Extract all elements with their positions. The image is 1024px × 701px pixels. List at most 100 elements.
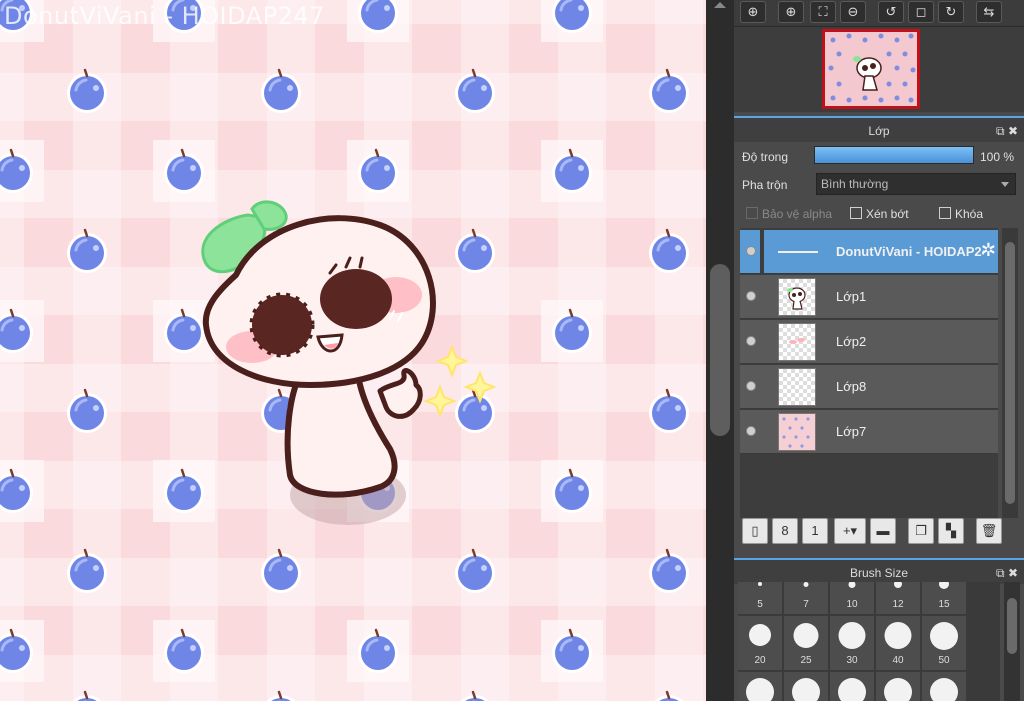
brush-size-label: 30 xyxy=(846,655,858,666)
layer-row[interactable]: Lớp7 xyxy=(740,410,998,454)
opacity-slider[interactable] xyxy=(814,146,974,164)
duplicate-layer-icon[interactable]: ❐ xyxy=(908,518,934,544)
delete-layer-icon[interactable]: 🗑 xyxy=(976,518,1002,544)
lock-checkbox[interactable]: Khóa xyxy=(939,207,983,221)
folder-icon[interactable]: ▬ xyxy=(870,518,896,544)
fit-window-icon[interactable]: ⛶ xyxy=(810,1,836,23)
visibility-eye-icon[interactable] xyxy=(746,246,756,256)
plum-icon xyxy=(258,690,304,701)
brush-size-cell[interactable] xyxy=(876,672,920,701)
brush-size-cell[interactable]: 5 xyxy=(738,582,782,614)
new-layer-1bit-icon[interactable]: 1 xyxy=(802,518,828,544)
plum-icon xyxy=(452,690,498,701)
flip-icon[interactable]: ⇆ xyxy=(976,1,1002,23)
opacity-value: 100 % xyxy=(980,150,1015,164)
undock-icon[interactable]: ⧉ xyxy=(996,124,1005,138)
brush-size-cell[interactable]: 40 xyxy=(876,616,920,670)
brush-size-cell[interactable]: 20 xyxy=(738,616,782,670)
checkbox-icon[interactable] xyxy=(850,207,862,219)
plum-icon xyxy=(64,228,110,274)
layer-row[interactable]: DonutViVani - HOIDAP247 ✲ xyxy=(740,230,998,274)
checkbox-icon xyxy=(746,207,758,219)
lock-label: Khóa xyxy=(955,207,984,221)
plum-icon xyxy=(646,548,692,594)
plum-icon xyxy=(452,548,498,594)
brush-size-label: 25 xyxy=(800,655,812,666)
brush-size-cell[interactable]: 7 xyxy=(784,582,828,614)
canvas-vertical-scrollbar[interactable] xyxy=(706,0,734,701)
layer-panel-title: Lớp xyxy=(868,124,890,138)
brush-size-cell[interactable] xyxy=(922,672,966,701)
zoom-actual-icon[interactable]: ⊕ xyxy=(740,1,766,23)
plum-icon xyxy=(355,628,401,674)
layer-thumbnail xyxy=(778,368,816,406)
scroll-up-arrow-icon[interactable] xyxy=(714,2,726,8)
fullscreen-icon[interactable]: ◻ xyxy=(908,1,934,23)
brush-size-scrollbar[interactable] xyxy=(1004,582,1020,701)
drawing-canvas[interactable]: DonutViVani - HOIDAP247 xyxy=(0,0,706,701)
blend-mode-select[interactable]: Bình thường xyxy=(816,173,1016,195)
navigator-preview[interactable] xyxy=(734,27,1024,112)
brush-size-panel-header: Brush Size ⧉ ✖ xyxy=(734,558,1024,584)
chevron-down-icon xyxy=(1001,182,1009,187)
navigator-toolbar: ⊕ ⊕ ⛶ ⊖ ↺ ◻ ↻ ⇆ xyxy=(734,0,1024,27)
brush-size-cell[interactable] xyxy=(784,672,828,701)
plum-icon xyxy=(355,148,401,194)
layer-list-scrollbar[interactable] xyxy=(1002,228,1018,518)
layer-thumbnail-image xyxy=(789,338,805,344)
right-side-panel: ⊕ ⊕ ⛶ ⊖ ↺ ◻ ↻ ⇆ Lớp ⧉ ✖ Độ trong 100 % P… xyxy=(734,0,1024,701)
rotate-right-icon[interactable]: ↻ xyxy=(938,1,964,23)
brush-size-label: 15 xyxy=(938,599,950,610)
visibility-eye-icon[interactable] xyxy=(746,381,756,391)
visibility-eye-icon[interactable] xyxy=(746,336,756,346)
layer-color-strip xyxy=(760,230,764,274)
visibility-eye-icon[interactable] xyxy=(746,426,756,436)
plum-icon xyxy=(64,388,110,434)
undock-icon[interactable]: ⧉ xyxy=(996,566,1005,580)
zoom-out-icon[interactable]: ⊖ xyxy=(840,1,866,23)
plum-icon xyxy=(452,68,498,114)
visibility-eye-icon[interactable] xyxy=(746,291,756,301)
navigator-thumbnail[interactable] xyxy=(822,29,920,109)
plum-icon xyxy=(64,690,110,701)
rotate-left-icon[interactable]: ↺ xyxy=(878,1,904,23)
new-layer-8bit-icon[interactable]: 8 xyxy=(772,518,798,544)
scrollbar-thumb[interactable] xyxy=(710,264,730,436)
zoom-in-icon[interactable]: ⊕ xyxy=(778,1,804,23)
clipping-checkbox[interactable]: Xén bớt xyxy=(850,207,909,221)
brush-size-cell[interactable]: 50 xyxy=(922,616,966,670)
brush-size-cell[interactable]: 30 xyxy=(830,616,874,670)
brush-size-cell[interactable]: 15 xyxy=(922,582,966,614)
scrollbar-thumb[interactable] xyxy=(1007,598,1017,654)
brush-size-cell[interactable] xyxy=(830,672,874,701)
layer-row[interactable]: Lớp2 xyxy=(740,320,998,364)
layer-name: Lớp8 xyxy=(836,379,867,394)
blend-mode-value: Bình thường xyxy=(821,177,889,191)
plum-icon xyxy=(646,388,692,434)
text-layer-icon xyxy=(778,251,818,253)
layer-thumbnail xyxy=(778,278,816,316)
mascot-character xyxy=(201,200,497,525)
layer-name: Lớp7 xyxy=(836,424,867,439)
close-icon[interactable]: ✖ xyxy=(1008,566,1018,580)
layer-thumbnail xyxy=(778,323,816,361)
plum-icon xyxy=(355,0,401,34)
scrollbar-thumb[interactable] xyxy=(1005,242,1015,504)
layer-name: Lớp1 xyxy=(836,289,867,304)
layer-name: DonutViVani - HOIDAP247 xyxy=(836,244,984,259)
brush-size-label: 40 xyxy=(892,655,904,666)
add-layer-dropdown-icon[interactable]: +▾ xyxy=(834,518,866,544)
gear-icon[interactable]: ✲ xyxy=(981,240,996,261)
close-icon[interactable]: ✖ xyxy=(1008,124,1018,138)
layer-row[interactable]: Lớp1 xyxy=(740,275,998,319)
merge-down-icon[interactable]: ▚ xyxy=(938,518,964,544)
new-layer-icon[interactable]: ▯ xyxy=(742,518,768,544)
brush-size-cell[interactable] xyxy=(738,672,782,701)
plum-icon xyxy=(258,68,304,114)
brush-size-cell[interactable]: 25 xyxy=(784,616,828,670)
layer-thumbnail xyxy=(778,413,816,451)
brush-size-cell[interactable]: 12 xyxy=(876,582,920,614)
checkbox-icon[interactable] xyxy=(939,207,951,219)
brush-size-cell[interactable]: 10 xyxy=(830,582,874,614)
layer-row[interactable]: Lớp8 xyxy=(740,365,998,409)
